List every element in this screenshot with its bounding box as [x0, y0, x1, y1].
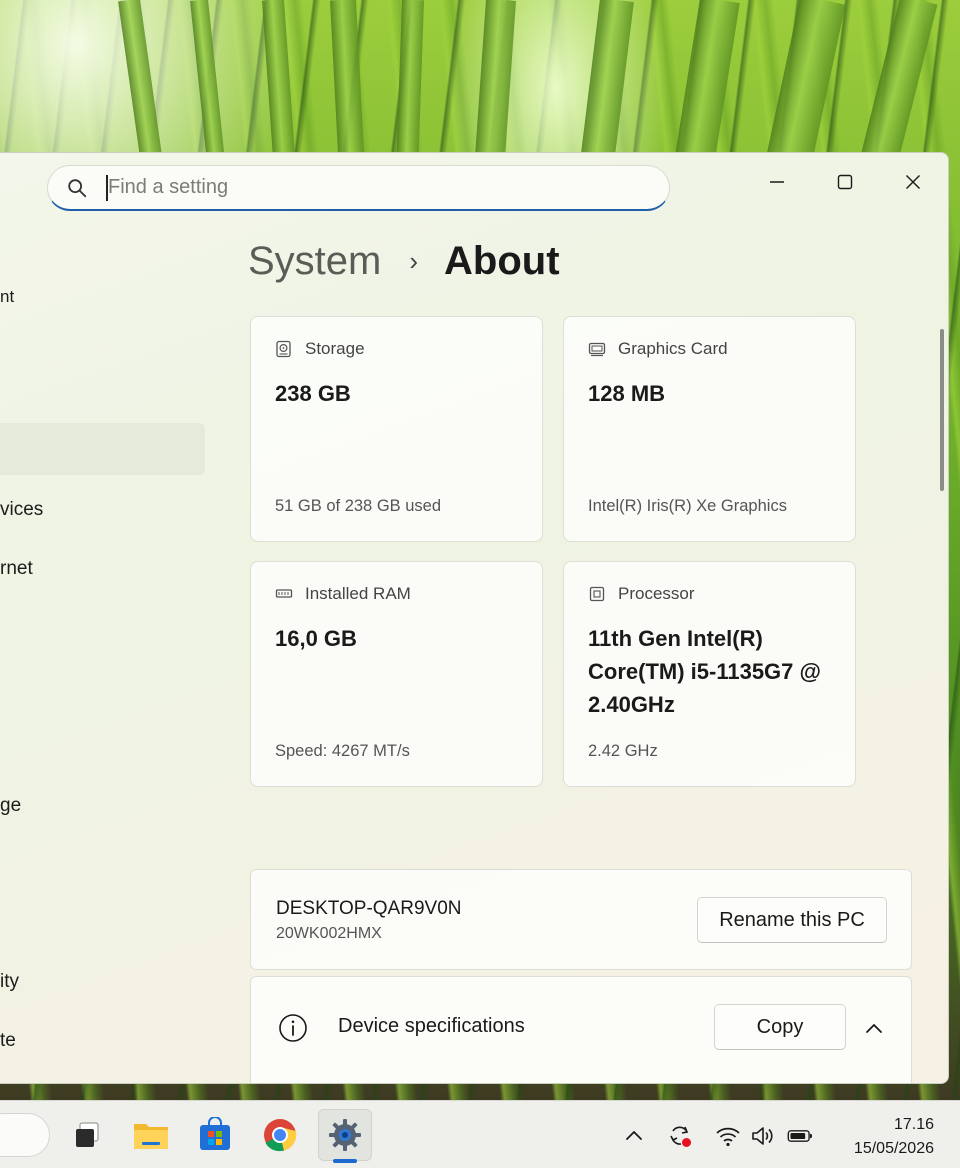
storage-usage: 51 GB of 238 GB used [275, 497, 442, 515]
device-specifications-panel[interactable]: Device specifications Copy [250, 976, 912, 1083]
settings-icon [329, 1119, 361, 1151]
processor-icon [589, 586, 605, 602]
chevron-up-icon[interactable] [863, 1017, 885, 1039]
chrome-button[interactable] [253, 1109, 307, 1161]
battery-icon[interactable] [787, 1123, 813, 1149]
sidebar-item-label[interactable]: vices [0, 499, 43, 521]
sync-icon[interactable] [667, 1123, 693, 1149]
maximize-icon [837, 174, 853, 190]
clock-time: 17.16 [893, 1116, 934, 1133]
bamboo-stalk [330, 0, 365, 171]
device-name-panel: DESKTOP-QAR9V0N 20WK002HMX Rename this P… [250, 869, 912, 970]
processor-speed: 2.42 GHz [588, 742, 658, 760]
sidebar-item-label[interactable]: nt [0, 287, 14, 307]
search-box[interactable] [47, 165, 670, 211]
copy-button[interactable]: Copy [714, 1004, 846, 1050]
show-hidden-icons-chevron-icon[interactable] [621, 1123, 647, 1149]
close-button[interactable] [881, 159, 945, 205]
sidebar-item-label[interactable]: te [0, 1030, 16, 1052]
bamboo-stalk [474, 0, 516, 171]
bamboo-stalk [579, 0, 634, 171]
device-name: DESKTOP-QAR9V0N [276, 898, 462, 919]
processor-value: 11th Gen Intel(R) Core(TM) i5-1135G7 @ 2… [588, 626, 821, 717]
file-explorer-button[interactable] [124, 1109, 178, 1161]
graphics-memory-value: 128 MB [588, 381, 666, 406]
clock-date: 15/05/2026 [853, 1140, 934, 1157]
settings-window: nt vices rnet ge ity te System › About S… [0, 152, 949, 1084]
info-icon [279, 1014, 307, 1042]
storage-value: 238 GB [275, 381, 351, 406]
ram-icon [275, 589, 293, 598]
ram-value: 16,0 GB [275, 626, 357, 651]
scrollbar-thumb[interactable] [940, 329, 944, 491]
bamboo-stalk [396, 0, 424, 171]
minimize-button[interactable] [745, 159, 809, 205]
ram-card[interactable]: Installed RAM 16,0 GB Speed: 4267 MT/s [250, 561, 543, 787]
maximize-button[interactable] [813, 159, 877, 205]
sidebar-item-label[interactable]: rnet [0, 558, 33, 580]
taskbar: 17.16 15/05/2026 [0, 1100, 960, 1168]
taskbar-search-box[interactable] [0, 1113, 50, 1157]
task-view-icon [76, 1122, 99, 1147]
chrome-icon [264, 1119, 297, 1152]
card-label: Graphics Card [618, 339, 728, 358]
bamboo-stalk [859, 0, 938, 170]
settings-button[interactable] [318, 1109, 372, 1161]
device-specifications-label: Device specifications [338, 1015, 525, 1037]
search-icon [68, 178, 87, 197]
sidebar-item-selected[interactable] [0, 423, 205, 475]
file-explorer-icon [134, 1124, 168, 1149]
storage-card[interactable]: Storage 238 GB 51 GB of 238 GB used [250, 316, 543, 542]
sidebar-item-label[interactable]: ity [0, 971, 19, 993]
bamboo-stalk [673, 0, 740, 172]
bamboo-stalk [765, 0, 846, 172]
wifi-icon[interactable] [715, 1123, 741, 1149]
rename-pc-button[interactable]: Rename this PC [697, 897, 887, 943]
minimize-icon [770, 181, 784, 183]
card-label: Processor [618, 584, 695, 603]
processor-card[interactable]: Processor 11th Gen Intel(R) Core(TM) i5-… [563, 561, 856, 787]
task-view-button[interactable] [60, 1109, 114, 1161]
microsoft-store-button[interactable] [188, 1109, 242, 1161]
storage-icon [276, 340, 291, 358]
ram-speed: Speed: 4267 MT/s [275, 742, 410, 760]
card-label: Installed RAM [305, 584, 411, 603]
card-label: Storage [305, 339, 365, 358]
bamboo-stalk [190, 0, 226, 171]
graphics-card-icon [588, 342, 606, 357]
chevron-right-icon: › [409, 246, 419, 276]
sidebar-item-label[interactable]: ge [0, 795, 21, 817]
search-input[interactable] [108, 166, 669, 209]
taskbar-clock[interactable]: 17.16 15/05/2026 [854, 1113, 934, 1161]
microsoft-store-icon [200, 1117, 230, 1150]
breadcrumb-parent[interactable]: System [248, 239, 381, 284]
active-app-indicator [333, 1159, 357, 1163]
graphics-card-name: Intel(R) Iris(R) Xe Graphics [588, 497, 787, 515]
bamboo-stalk [118, 0, 164, 170]
breadcrumb: System › About [248, 239, 560, 284]
bamboo-stalk [262, 0, 296, 171]
volume-icon[interactable] [750, 1123, 776, 1149]
close-icon [906, 175, 920, 189]
device-model: 20WK002HMX [276, 925, 382, 942]
page-title: About [444, 239, 560, 283]
graphics-card-card[interactable]: Graphics Card 128 MB Intel(R) Iris(R) Xe… [563, 316, 856, 542]
